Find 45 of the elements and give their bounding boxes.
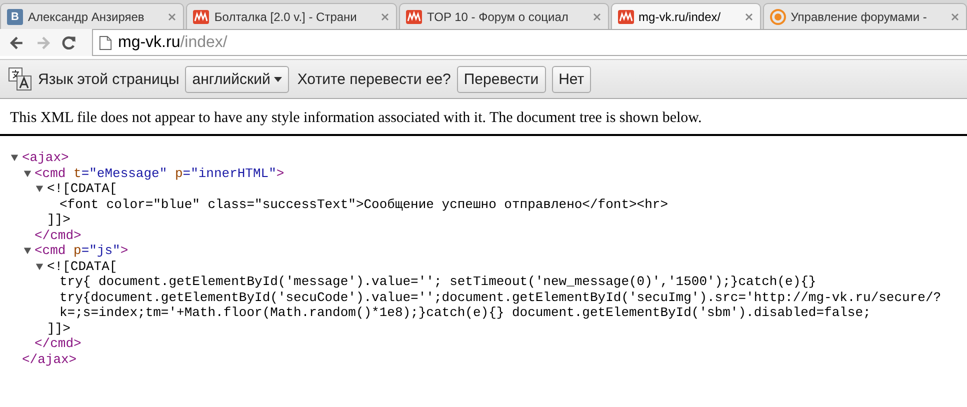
xml-code-line: ]]> [47, 212, 70, 228]
xml-code-line: <![CDATA[ [47, 258, 118, 274]
close-icon[interactable] [167, 12, 178, 22]
xml-code-line: <cmd p="js"> [34, 243, 128, 258]
browser-tab[interactable]: mg-vk.ru/index/ [610, 3, 761, 29]
close-icon[interactable] [744, 12, 754, 22]
xml-code-line: </ajax> [22, 352, 77, 367]
site-favicon-icon [770, 8, 786, 24]
browser-tab[interactable]: TOP 10 - Форум о социал [399, 3, 609, 29]
xml-code-line: try{ document.getElementById('message').value=''; setTimeout('new_message(0)','1500');}catch(e){} [60, 274, 816, 290]
xml-code-line: ]]> [47, 320, 70, 336]
address-bar[interactable]: mg-vk.ru/index/ [92, 29, 967, 56]
collapse-toggle-icon[interactable] [22, 168, 32, 178]
translate-question: Хотите перевести ее? [297, 70, 451, 88]
language-dropdown[interactable]: английский [185, 66, 290, 92]
collapse-toggle-icon[interactable] [22, 246, 32, 256]
xml-code-line: <font color="blue" class="successText">Сообщение успешно отправлено</font><hr> [60, 196, 668, 212]
reload-icon[interactable] [60, 34, 78, 52]
browser-tab[interactable]: В Александр Анзиряев [0, 3, 184, 29]
browser-tab[interactable]: Болталка [2.0 v.] - Страни [186, 3, 397, 29]
site-favicon-icon [193, 8, 210, 24]
close-icon[interactable] [592, 12, 602, 22]
collapse-toggle-icon[interactable] [35, 262, 44, 271]
translate-bar-button[interactable]: Нет [552, 66, 592, 92]
browser-tab[interactable]: Управление форумами - [762, 3, 967, 29]
page-icon [99, 34, 112, 50]
site-favicon-icon [406, 8, 422, 24]
site-favicon-icon [618, 8, 634, 24]
translate-label: Язык этой страницы [38, 70, 180, 88]
translate-icon [8, 67, 32, 91]
xml-code-line: </cmd> [34, 228, 82, 243]
collapse-toggle-icon[interactable] [35, 184, 44, 194]
xml-code-line: <cmd t="eMessage" p="innerHTML"> [34, 166, 284, 181]
xml-code-line: try{document.getElementById('secuCode').value='';document.getElementById('secuImg').src='http://mg-vk.ru/secure/? [60, 290, 942, 305]
site-favicon-icon: В [7, 8, 23, 24]
close-icon[interactable] [380, 12, 390, 22]
xml-code-line: <ajax> [22, 150, 69, 166]
caret-icon [274, 76, 282, 82]
xml-code-line: k=;s=index;tm='+Math.floor(Math.random()*1e8);}catch(e){} document.getElementById('sbm').disabled=false; [60, 305, 871, 320]
close-icon[interactable] [950, 12, 960, 22]
translate-bar-button[interactable]: Перевести [456, 66, 546, 92]
xml-code-line: </cmd> [34, 336, 82, 352]
collapse-toggle-icon[interactable] [10, 153, 19, 162]
xml-code-line: <![CDATA[ [47, 181, 118, 196]
xml-notice: This XML file does not appear to have any style information associated with it. The document tree is shown below. [10, 109, 702, 127]
